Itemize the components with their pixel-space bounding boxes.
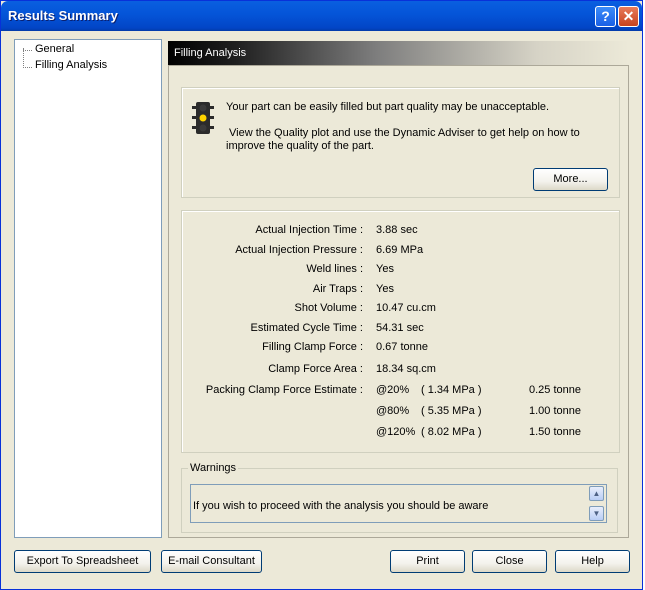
packing-label: Packing Clamp Force Estimate :: [205, 384, 363, 396]
packing-pressure: ( 8.02 MPa ): [421, 426, 482, 438]
packing-force: 1.00 tonne: [529, 405, 581, 417]
help-button[interactable]: Help: [555, 550, 630, 573]
result-value: Yes: [376, 263, 394, 275]
tree-connector: [23, 50, 32, 51]
tree-item-general[interactable]: General: [33, 43, 76, 55]
advice-message-line2: improve the quality of the part.: [226, 140, 374, 152]
window-title: Results Summary: [8, 8, 118, 23]
result-label: Shot Volume :: [294, 302, 364, 314]
warnings-text: If you wish to proceed with the analysis…: [193, 500, 489, 512]
quality-message: Your part can be easily filled but part …: [226, 101, 550, 113]
title-bar[interactable]: Results Summary ? ✕: [1, 1, 642, 31]
result-label: Filling Clamp Force :: [262, 341, 363, 353]
result-value: 0.67 tonne: [376, 341, 428, 353]
result-label: Estimated Cycle Time :: [250, 322, 363, 334]
email-consultant-button[interactable]: E-mail Consultant: [161, 550, 262, 573]
result-label: Weld lines :: [306, 263, 363, 275]
advice-message-line1: View the Quality plot and use the Dynami…: [229, 127, 580, 139]
scroll-up-icon[interactable]: ▲: [589, 486, 604, 501]
packing-percent: @120%: [376, 426, 416, 438]
tree-connector: [23, 48, 24, 68]
result-value: 3.88 sec: [376, 224, 418, 236]
scroll-down-icon[interactable]: ▼: [589, 506, 604, 521]
packing-pressure: ( 5.35 MPa ): [421, 405, 482, 417]
result-value: 54.31 sec: [376, 322, 424, 334]
packing-percent: @80%: [376, 405, 410, 417]
packing-pressure: ( 1.34 MPa ): [421, 384, 482, 396]
result-value: 18.34 sq.cm: [376, 363, 436, 375]
print-button[interactable]: Print: [390, 550, 465, 573]
tree-connector: [23, 67, 32, 68]
navigation-tree[interactable]: General Filling Analysis: [14, 39, 162, 538]
traffic-light-icon: [192, 102, 214, 134]
tree-item-filling-analysis[interactable]: Filling Analysis: [33, 59, 109, 71]
packing-force: 1.50 tonne: [529, 426, 581, 438]
packing-force: 0.25 tonne: [529, 384, 581, 396]
warnings-legend: Warnings: [188, 462, 239, 474]
result-label: Actual Injection Pressure :: [235, 244, 363, 256]
result-label: Air Traps :: [312, 283, 363, 295]
more-button[interactable]: More...: [533, 168, 608, 191]
close-icon[interactable]: ✕: [618, 6, 639, 27]
result-value: 10.47 cu.cm: [376, 302, 436, 314]
panel-title: Filling Analysis: [168, 41, 629, 65]
result-label: Clamp Force Area :: [268, 363, 363, 375]
packing-percent: @20%: [376, 384, 410, 396]
result-label: Actual Injection Time :: [255, 224, 363, 236]
help-icon[interactable]: ?: [595, 6, 616, 27]
close-button[interactable]: Close: [472, 550, 547, 573]
result-value: Yes: [376, 283, 394, 295]
result-value: 6.69 MPa: [376, 244, 424, 256]
export-to-spreadsheet-button[interactable]: Export To Spreadsheet: [14, 550, 151, 573]
